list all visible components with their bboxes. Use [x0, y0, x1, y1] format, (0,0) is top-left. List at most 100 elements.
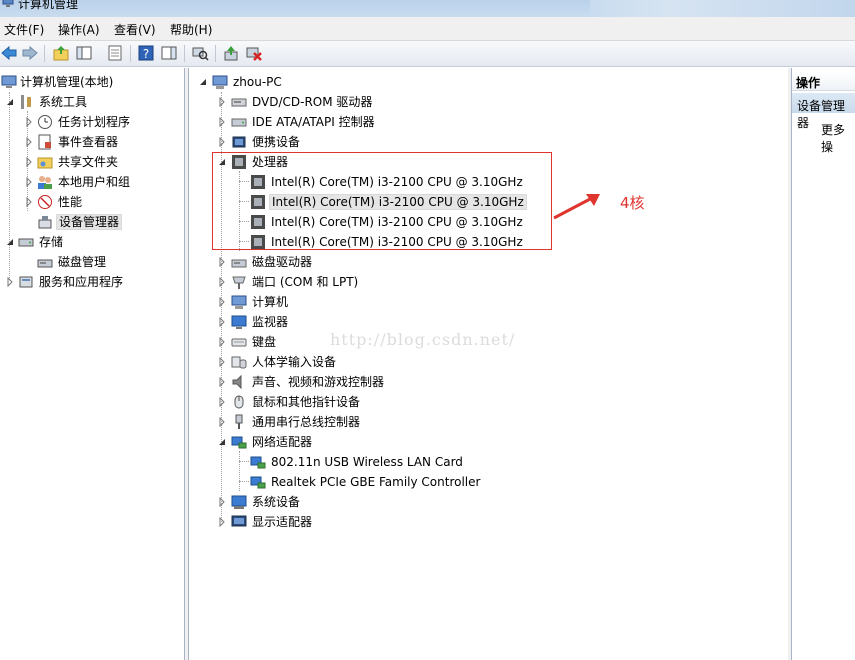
tree-label: 共享文件夹 — [58, 155, 119, 169]
update-driver-icon — [224, 46, 238, 61]
forward-button[interactable] — [21, 44, 39, 62]
mouse-icon — [234, 395, 244, 409]
collapsed-arrow-icon[interactable] — [218, 97, 226, 107]
collapsed-arrow-icon[interactable] — [218, 257, 226, 267]
portable-device-icon — [232, 136, 246, 148]
device-label: 磁盘驱动器 — [252, 255, 313, 269]
device-label: Realtek PCIe GBE Family Controller — [271, 475, 481, 489]
tree-line — [239, 451, 240, 491]
performance-icon — [38, 195, 52, 209]
properties-button[interactable] — [106, 44, 124, 62]
menu-action[interactable]: 操作(A) — [58, 21, 100, 38]
scan-hardware-icon — [192, 47, 209, 61]
up-level-button[interactable] — [52, 44, 70, 62]
device-label: IDE ATA/ATAPI 控制器 — [252, 115, 375, 129]
computer-icon — [231, 295, 247, 309]
collapsed-arrow-icon[interactable] — [25, 197, 33, 207]
hid-icon — [231, 356, 247, 369]
watermark: http://blog.csdn.net/ — [330, 330, 516, 349]
monitor-icon — [231, 315, 247, 329]
device-label: zhou-PC — [233, 75, 282, 89]
menu-bar: 文件(F) 操作(A) 查看(V) 帮助(H) — [0, 17, 855, 41]
expanded-arrow-icon[interactable] — [199, 77, 207, 87]
uninstall-icon — [246, 47, 262, 61]
show-hide-console-tree-button[interactable] — [75, 44, 93, 62]
computer-management-icon — [1, 75, 17, 88]
console-tree-icon — [76, 46, 92, 60]
collapsed-arrow-icon[interactable] — [218, 297, 226, 307]
svg-text:?: ? — [143, 47, 149, 61]
back-button[interactable] — [0, 44, 18, 62]
action-pane-button[interactable] — [160, 44, 178, 62]
tree-label: 事件查看器 — [58, 135, 119, 149]
toolbar-separator — [130, 45, 131, 62]
collapsed-arrow-icon[interactable] — [25, 117, 33, 127]
actions-section-device-manager[interactable]: 设备管理器 — [792, 93, 855, 130]
actions-pane: 操作 设备管理器 更多操 — [791, 68, 855, 660]
device-manager-icon — [38, 216, 52, 229]
event-log-icon — [38, 134, 51, 150]
device-label: 802.11n USB Wireless LAN Card — [271, 455, 463, 469]
shared-folder-icon — [37, 157, 53, 169]
uninstall-device-button[interactable] — [245, 44, 263, 62]
menu-view[interactable]: 查看(V) — [114, 21, 156, 38]
menu-file[interactable]: 文件(F) — [4, 21, 44, 38]
device-label: 系统设备 — [252, 495, 301, 509]
collapsed-arrow-icon[interactable] — [25, 177, 33, 187]
tree-label: 服务和应用程序 — [39, 275, 124, 289]
disk-drive-icon — [231, 259, 247, 268]
users-icon — [38, 176, 52, 189]
help-button[interactable]: ? — [137, 44, 155, 62]
collapsed-arrow-icon[interactable] — [218, 397, 226, 407]
collapsed-arrow-icon[interactable] — [218, 317, 226, 327]
network-adapter-icon — [250, 476, 266, 489]
collapsed-arrow-icon[interactable] — [218, 137, 226, 147]
storage-icon — [18, 238, 34, 247]
speaker-icon — [232, 374, 242, 390]
toolbar-separator — [184, 45, 185, 62]
device-label: 端口 (COM 和 LPT) — [252, 275, 359, 289]
usb-icon — [235, 414, 243, 429]
network-adapter-icon — [231, 436, 247, 449]
expanded-arrow-icon[interactable] — [218, 437, 226, 447]
collapsed-arrow-icon[interactable] — [218, 517, 226, 527]
display-adapter-icon — [231, 515, 247, 527]
collapsed-arrow-icon[interactable] — [218, 337, 226, 347]
device-label: 鼠标和其他指针设备 — [252, 395, 361, 409]
tree-label: 计算机管理(本地) — [20, 75, 114, 89]
collapsed-arrow-icon[interactable] — [218, 497, 226, 507]
collapsed-arrow-icon[interactable] — [218, 357, 226, 367]
annotation-arrow-icon — [553, 194, 600, 220]
collapsed-arrow-icon[interactable] — [218, 377, 226, 387]
scan-hardware-button[interactable] — [191, 44, 209, 62]
collapsed-arrow-icon[interactable] — [218, 117, 226, 127]
window-title: 计算机管理 — [18, 0, 79, 11]
device-label: 声音、视频和游戏控制器 — [252, 375, 385, 389]
expanded-arrow-icon[interactable] — [6, 237, 14, 247]
clock-icon — [38, 115, 52, 129]
toolbar-separator — [44, 45, 45, 62]
tree-label: 系统工具 — [39, 95, 88, 109]
expanded-arrow-icon[interactable] — [6, 97, 14, 107]
device-label: 键盘 — [252, 335, 277, 349]
device-label: 通用串行总线控制器 — [252, 415, 361, 429]
device-label: DVD/CD-ROM 驱动器 — [252, 95, 373, 109]
device-label: 网络适配器 — [252, 435, 313, 449]
toolbar-separator — [215, 45, 216, 62]
tree-label: 设备管理器 — [56, 214, 123, 230]
device-label: 便携设备 — [252, 135, 301, 149]
computer-icon — [212, 75, 228, 89]
collapsed-arrow-icon[interactable] — [218, 417, 226, 427]
processor-highlight-box — [212, 152, 552, 250]
menu-help[interactable]: 帮助(H) — [170, 21, 212, 38]
keyboard-icon — [231, 338, 247, 347]
dvd-drive-icon — [231, 98, 247, 107]
collapsed-arrow-icon[interactable] — [218, 277, 226, 287]
ide-controller-icon — [231, 118, 247, 127]
collapsed-arrow-icon[interactable] — [25, 137, 33, 147]
collapsed-arrow-icon[interactable] — [25, 157, 33, 167]
device-label: 计算机 — [252, 295, 289, 309]
collapsed-arrow-icon[interactable] — [6, 277, 14, 287]
more-actions-link[interactable]: 更多操 — [821, 121, 855, 155]
update-driver-button[interactable] — [222, 44, 240, 62]
